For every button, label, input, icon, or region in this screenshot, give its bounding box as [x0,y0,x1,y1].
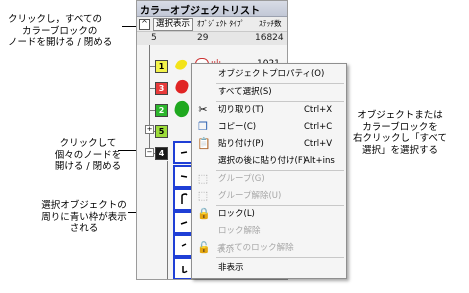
menu-item-ungroup[interactable]: ⬚ グループ解除(U) [192,188,346,204]
menu-item-group[interactable]: ⬚ グループ(G) [192,171,346,187]
context-menu: オブジェクトプロパティ(O) すべて選択(S) ✂ 切り取り(T) Ctrl+X… [191,63,347,279]
tree-line [149,45,150,153]
group-icon: ⬚ [197,172,209,185]
menu-item-paste[interactable]: 📋 貼り付け(P) Ctrl+V [192,136,346,152]
panel-titlebar: カラーオブジェクトリスト [137,1,287,17]
callout-collapse-all: クリックし，すべての カラーブロックの ノードを開ける / 閉める [8,14,113,48]
scissors-icon: ✂ [198,103,208,116]
color-block-3[interactable]: 3 [155,82,168,95]
panel-toolbar: ^ 選択表示 ｵﾌﾞｼﾞｪｸﾄ ﾀｲﾌﾟ ｽﾃｯﾁ数 [137,17,287,32]
expand-node-toggle[interactable]: + [145,125,154,134]
paste-icon: 📋 [197,137,211,150]
callout-select-all: オブジェクトまたは カラーブロックを 右クリックし「すべて 選択」を選択する [353,110,447,156]
menu-item-select-all[interactable]: すべて選択(S) [192,84,346,100]
menu-separator [216,257,344,258]
lock-icon: 🔒 [197,207,211,220]
callout-toggle-node: クリックして 個々のノードを 開ける / 閉める [54,138,122,172]
summary-row: 5 29 16824 [137,32,287,46]
summary-stitch-count: 16824 [255,33,284,43]
summary-object-count: 29 [197,33,209,43]
collapse-all-button[interactable]: ^ [139,19,150,30]
color-block-1[interactable]: 1 [155,60,168,73]
menu-item-copy[interactable]: ❐ コピー(C) Ctrl+C [192,119,346,135]
tree-line [167,161,168,279]
stitch-count-column[interactable]: ｽﾃｯﾁ数 [257,18,284,29]
menu-item-unlock[interactable]: ロック解除 [192,223,346,239]
ungroup-icon: ⬚ [197,189,209,202]
callout-selection-frame: 選択オブジェクトの 周りに青い枠が表示 される [41,200,127,234]
panel-title: カラーオブジェクトリスト [140,6,260,17]
menu-item-object-properties[interactable]: オブジェクトプロパティ(O) [192,66,346,82]
color-block-4[interactable]: 4 [155,147,168,160]
menu-item-show-label[interactable]: 表示 [217,243,234,257]
summary-color-count: 5 [151,33,157,43]
menu-item-hide[interactable]: 非表示 [192,260,346,276]
object-thumbnail[interactable] [173,78,191,96]
copy-icon: ❐ [198,120,208,133]
color-block-2[interactable]: 2 [155,104,168,117]
object-thumbnail[interactable] [173,57,191,73]
unlock-all-icon: 🔓 [197,241,211,254]
collapse-node-toggle[interactable]: − [145,148,154,157]
color-block-5[interactable]: 5 [155,125,168,138]
menu-item-unlock-all[interactable]: 🔓 すべてのロック解除 [192,240,346,256]
object-type-column[interactable]: ｵﾌﾞｼﾞｪｸﾄ ﾀｲﾌﾟ [195,18,246,29]
show-selected-button[interactable]: 選択表示 [153,18,194,31]
object-thumbnail[interactable] [173,99,191,119]
menu-item-cut[interactable]: ✂ 切り取り(T) Ctrl+X [192,102,346,118]
menu-item-lock[interactable]: 🔒 ロック(L) [192,206,346,222]
menu-item-paste-after-selection[interactable]: 選択の後に貼り付け(F) Alt+ins [192,153,346,169]
